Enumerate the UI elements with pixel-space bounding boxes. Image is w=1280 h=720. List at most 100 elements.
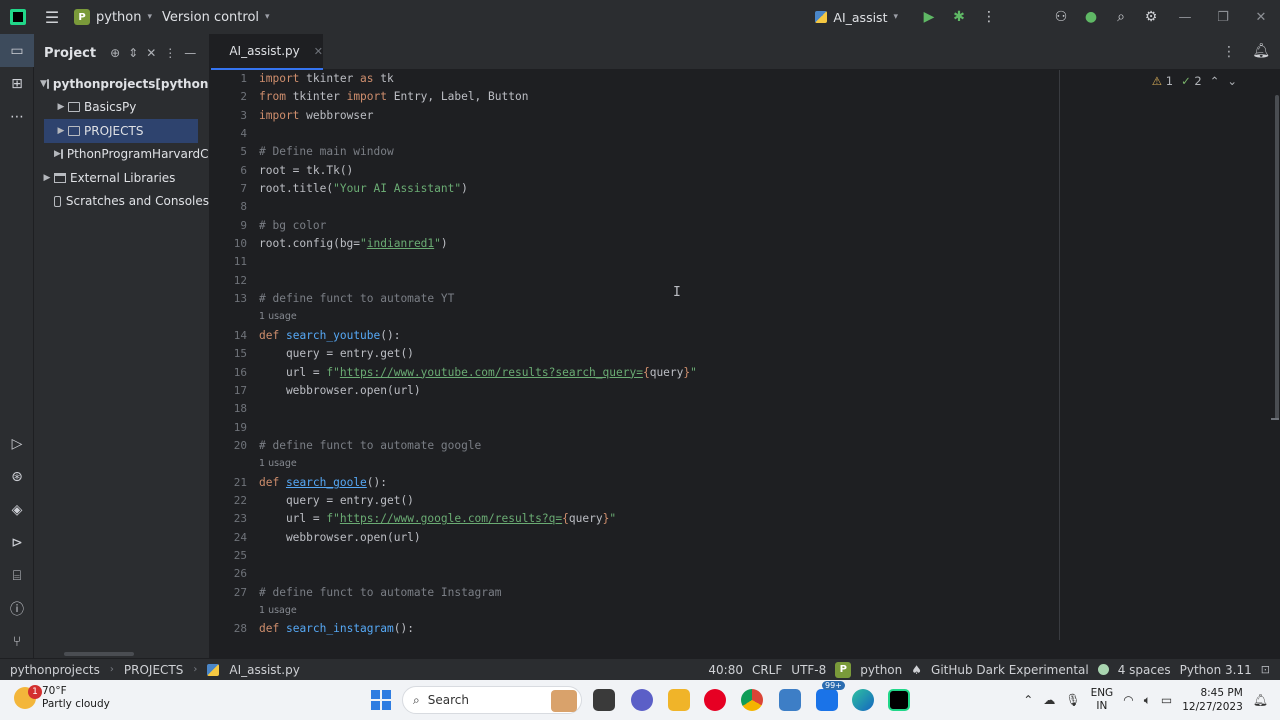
- maximize-button[interactable]: ❐: [1204, 10, 1242, 25]
- code-line: # define funct to automate YT: [259, 292, 455, 306]
- locate-icon[interactable]: ⊕: [110, 46, 120, 60]
- mail-icon[interactable]: 99+: [816, 681, 845, 711]
- line-separator[interactable]: CRLF: [752, 663, 782, 677]
- tree-item-basicspy[interactable]: ▶ BasicsPy: [34, 96, 209, 120]
- code-line: # define funct to automate google: [259, 438, 482, 452]
- interpreter-name[interactable]: python: [860, 663, 902, 677]
- windows-start-icon[interactable]: [371, 690, 391, 710]
- chevron-up-icon[interactable]: ⌃: [1023, 693, 1033, 707]
- tree-item-harvard[interactable]: ▶ PthonProgramHarvardCS: [34, 143, 209, 167]
- library-icon: [54, 172, 66, 183]
- run-tool-icon[interactable]: ▷: [0, 427, 34, 460]
- teams-chat-icon[interactable]: [631, 689, 653, 711]
- file-explorer-icon[interactable]: [668, 689, 690, 711]
- inspection-widget[interactable]: ⚠ 1 ✓ 2 ⌃ ⌄: [1152, 74, 1237, 88]
- tab-ai-assist[interactable]: AI_assist.py ✕: [211, 34, 323, 70]
- python-version[interactable]: Python 3.11: [1180, 663, 1252, 677]
- close-button[interactable]: ✕: [1242, 10, 1280, 25]
- options-icon[interactable]: ⋮: [164, 46, 176, 60]
- horizontal-scrollbar[interactable]: [64, 652, 134, 656]
- tree-item-scratches[interactable]: Scratches and Consoles: [34, 190, 209, 214]
- structure-tool-icon[interactable]: ⊞: [0, 67, 34, 100]
- close-tab-icon[interactable]: ✕: [314, 45, 323, 58]
- indent-setting[interactable]: 4 spaces: [1118, 663, 1171, 677]
- breadcrumb-item[interactable]: PROJECTS: [124, 663, 183, 677]
- breadcrumb-item[interactable]: AI_assist.py: [229, 663, 299, 677]
- battery-icon[interactable]: ▭: [1161, 693, 1172, 707]
- code-content[interactable]: import tkinter as tk from tkinter import…: [259, 70, 697, 639]
- tree-item-external-libraries[interactable]: ▶ External Libraries: [34, 166, 209, 190]
- line-number: 1: [240, 72, 247, 85]
- git-icon[interactable]: ⑂: [0, 625, 34, 658]
- pycharm-logo-icon[interactable]: [10, 9, 26, 25]
- clock[interactable]: 8:45 PM 12/27/2023: [1182, 686, 1243, 714]
- chevron-down-icon[interactable]: ⌄: [1227, 74, 1237, 88]
- microphone-icon[interactable]: 🎙︎: [1065, 693, 1080, 707]
- notifications-icon[interactable]: 🔔︎: [1252, 43, 1270, 59]
- project-tool-icon[interactable]: ▭: [0, 34, 34, 67]
- expand-all-icon[interactable]: ⇕: [128, 46, 138, 60]
- line-number: 4: [240, 127, 247, 141]
- taskbar-search[interactable]: ⌕ Search: [402, 686, 582, 714]
- run-config-selector[interactable]: AI_assist ▾: [815, 10, 898, 25]
- usage-hint[interactable]: 1 usage: [259, 602, 697, 620]
- project-panel-title[interactable]: Project: [44, 46, 96, 61]
- search-icon[interactable]: ⌕: [1106, 9, 1136, 25]
- more-icon[interactable]: ⋮: [974, 9, 1004, 25]
- line-number: 14: [233, 328, 247, 342]
- hamburger-icon[interactable]: ☰: [42, 8, 62, 27]
- python-console-icon[interactable]: ⊛: [0, 460, 34, 493]
- task-view-icon[interactable]: [593, 689, 615, 711]
- tree-item-projects[interactable]: ▶ PROJECTS: [44, 119, 198, 143]
- lock-icon[interactable]: ⊡: [1261, 663, 1270, 676]
- volume-icon[interactable]: 🔈︎: [1144, 693, 1151, 708]
- more-icon[interactable]: ⋮: [1222, 44, 1236, 60]
- pinterest-icon[interactable]: [704, 689, 726, 711]
- collapse-all-icon[interactable]: ✕: [146, 46, 156, 60]
- debug-icon[interactable]: ✱: [944, 9, 974, 25]
- vertical-scrollbar[interactable]: [1247, 70, 1280, 640]
- scratches-icon: [54, 195, 61, 207]
- line-number: 24: [233, 530, 247, 544]
- project-switcher[interactable]: P python ▾: [74, 9, 152, 25]
- minimize-button[interactable]: —: [1166, 10, 1204, 25]
- version-control-menu[interactable]: Version control ▾: [162, 10, 270, 25]
- run-icon[interactable]: ▶: [914, 9, 944, 25]
- usage-hint[interactable]: 1 usage: [259, 455, 697, 473]
- services-icon[interactable]: ⊳: [0, 526, 34, 559]
- chevron-down-icon: ▾: [147, 12, 153, 22]
- line-number: 21: [233, 475, 247, 489]
- weather-widget[interactable]: 1 70°F Partly cloudy: [14, 685, 110, 711]
- problems-icon[interactable]: ⓘ: [0, 592, 34, 625]
- hide-icon[interactable]: —: [184, 46, 196, 60]
- edge-icon[interactable]: [852, 689, 874, 711]
- caret-position[interactable]: 40:80: [708, 663, 743, 677]
- theme-name[interactable]: GitHub Dark Experimental: [931, 663, 1089, 677]
- python-packages-icon[interactable]: ◈: [0, 493, 34, 526]
- chrome-icon[interactable]: [741, 689, 763, 711]
- chevron-up-icon[interactable]: ⌃: [1210, 74, 1220, 88]
- ai-assistant-icon[interactable]: ●: [1076, 9, 1106, 25]
- tree-item-pythonprojects[interactable]: ▼ pythonprojects [python]: [34, 72, 209, 96]
- more-tools-icon[interactable]: ⋯: [0, 100, 34, 133]
- code-editor[interactable]: 1 2 3 4 5 6 7 8 9 10 11 12 13 14 15 16 17 18 19 20 21 22 23 24 2…: [211, 70, 1247, 640]
- pycharm-taskbar-icon[interactable]: [888, 689, 910, 711]
- language-indicator[interactable]: ENG IN: [1091, 687, 1114, 713]
- terminal-icon[interactable]: ⌸: [0, 559, 34, 592]
- line-number: 2: [240, 90, 247, 104]
- network-cloud-icon[interactable]: ☁: [1043, 693, 1055, 707]
- file-encoding[interactable]: UTF-8: [791, 663, 826, 677]
- chevron-right-icon: ›: [193, 664, 198, 675]
- line-number: 12: [233, 273, 247, 287]
- settings-icon[interactable]: ⚙: [1136, 9, 1166, 25]
- scrollbar-thumb[interactable]: [1275, 95, 1279, 420]
- line-number: 22: [233, 493, 247, 507]
- vscode-icon[interactable]: [779, 689, 801, 711]
- notification-bell-icon[interactable]: 🔔︎: [1253, 693, 1268, 707]
- lang-line2: IN: [1096, 700, 1108, 712]
- wifi-icon[interactable]: ◠: [1123, 693, 1133, 707]
- add-user-icon[interactable]: ⚇: [1046, 9, 1076, 25]
- breadcrumb-item[interactable]: pythonprojects: [10, 663, 100, 677]
- usage-hint[interactable]: 1 usage: [259, 308, 697, 326]
